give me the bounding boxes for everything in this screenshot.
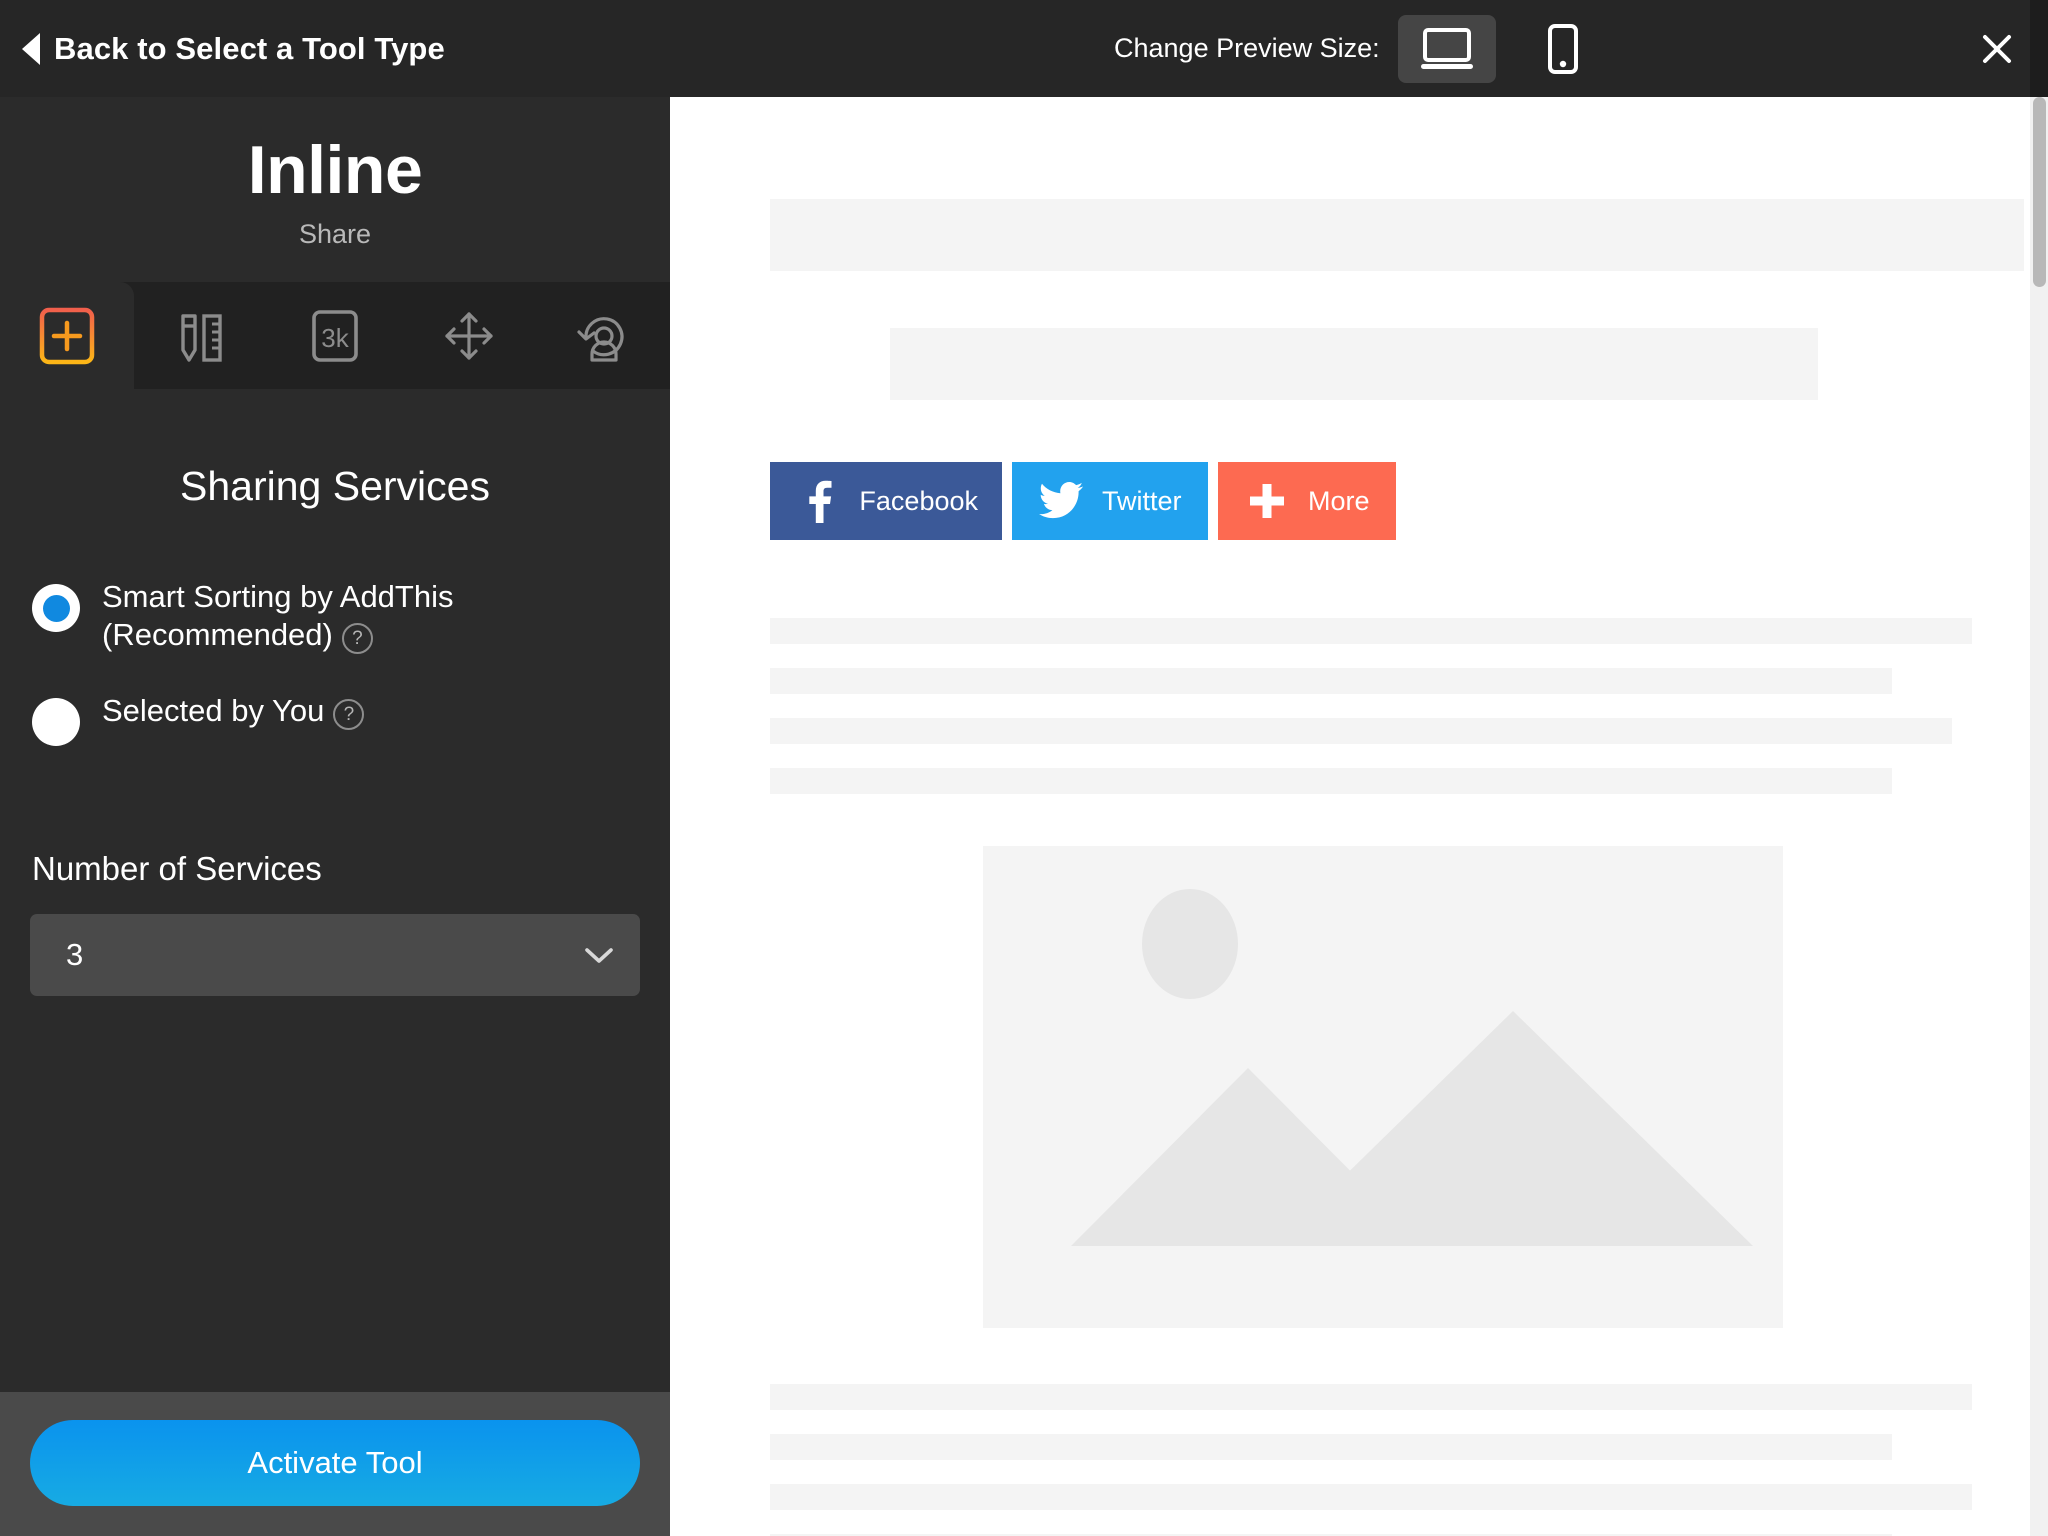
radio-option-smart-sorting[interactable]: Smart Sorting by AddThis (Recommended)? bbox=[32, 578, 640, 655]
preview-scrollbar-track[interactable] bbox=[2030, 97, 2048, 1536]
close-button[interactable] bbox=[1974, 26, 2020, 72]
move-arrows-icon bbox=[445, 312, 493, 360]
placeholder-title-block bbox=[770, 199, 2024, 271]
placeholder-line bbox=[770, 1484, 1972, 1510]
radio-smart-sorting[interactable] bbox=[32, 584, 80, 633]
radio-selected-dot bbox=[42, 594, 70, 622]
preview-content: Facebook Twitter More bbox=[670, 97, 2048, 1536]
settings-panel: Sharing Services Smart Sorting by AddThi… bbox=[0, 389, 670, 1392]
tab-targeting[interactable] bbox=[536, 282, 670, 389]
plus-in-square-icon bbox=[39, 307, 95, 365]
sidebar-header: Inline Share bbox=[0, 97, 670, 250]
placeholder-line bbox=[770, 618, 1972, 644]
share-buttons-row: Facebook Twitter More bbox=[770, 462, 2048, 540]
settings-sidebar: Inline Share 3k Sharing Services Smart S… bbox=[0, 97, 670, 1536]
number-of-services-value: 3 bbox=[66, 937, 84, 973]
sidebar-footer: Activate Tool bbox=[0, 1392, 670, 1536]
placeholder-line bbox=[770, 1384, 1972, 1410]
activate-tool-button[interactable]: Activate Tool bbox=[30, 1420, 640, 1506]
pencil-ruler-icon bbox=[181, 314, 222, 362]
image-placeholder-icon bbox=[1071, 889, 1753, 1246]
preview-size-mobile-button[interactable] bbox=[1514, 15, 1612, 83]
preview-scrollbar-thumb[interactable] bbox=[2033, 97, 2046, 287]
tool-title: Inline bbox=[247, 132, 423, 208]
help-icon-smart-sorting[interactable]: ? bbox=[341, 623, 373, 655]
laptop-icon bbox=[1420, 27, 1473, 69]
back-button-label: Back to Select a Tool Type bbox=[54, 30, 445, 66]
sharing-services-radio-group: Smart Sorting by AddThis (Recommended)? … bbox=[30, 578, 640, 747]
placeholder-line bbox=[770, 718, 1952, 744]
share-button-more-label: More bbox=[1308, 485, 1370, 516]
tab-services[interactable] bbox=[0, 282, 134, 390]
panel-title: Sharing Services bbox=[180, 463, 490, 510]
radio-smart-sorting-label: Smart Sorting by AddThis (Recommended)? bbox=[102, 578, 492, 655]
radio-selected-by-you-label: Selected by You? bbox=[102, 692, 365, 731]
tool-configurator-window: Back to Select a Tool Type Change Previe… bbox=[0, 0, 2048, 1536]
chevron-down-icon bbox=[585, 948, 613, 964]
svg-text:3k: 3k bbox=[321, 323, 349, 353]
placeholder-text-lines-bottom bbox=[770, 1384, 2048, 1536]
facebook-icon bbox=[792, 479, 845, 523]
share-button-twitter-label: Twitter bbox=[1102, 485, 1182, 516]
close-icon bbox=[1983, 34, 2011, 63]
help-icon-selected-by-you[interactable]: ? bbox=[333, 699, 365, 731]
share-button-facebook[interactable]: Facebook bbox=[770, 462, 1002, 540]
tab-counter[interactable]: 3k bbox=[268, 282, 402, 389]
user-return-icon bbox=[577, 317, 624, 362]
placeholder-line bbox=[770, 768, 1892, 794]
mobile-phone-icon bbox=[1547, 23, 1578, 74]
preview-pane: Facebook Twitter More bbox=[670, 97, 2048, 1536]
3k-counter-icon: 3k bbox=[312, 310, 358, 362]
tool-subtitle: Share bbox=[298, 219, 372, 250]
twitter-bird-icon bbox=[1034, 482, 1088, 520]
number-of-services-label: Number of Services bbox=[32, 850, 322, 888]
number-of-services-select[interactable]: 3 bbox=[30, 914, 640, 997]
plus-icon bbox=[1240, 482, 1294, 520]
radio-selected-by-you-text: Selected by You bbox=[102, 693, 325, 729]
scrollbar-top-cap bbox=[2030, 0, 2048, 97]
preview-size-desktop-button[interactable] bbox=[1397, 14, 1496, 83]
placeholder-line bbox=[770, 1434, 1892, 1460]
main-body: Inline Share 3k Sharing Services Smart S… bbox=[0, 97, 2048, 1536]
radio-selected-by-you[interactable] bbox=[32, 698, 80, 747]
preview-size-label: Change Preview Size: bbox=[1114, 33, 1380, 63]
back-arrow-icon bbox=[22, 32, 40, 65]
tab-design[interactable] bbox=[134, 282, 268, 389]
settings-tab-strip: 3k bbox=[0, 282, 670, 390]
tab-placement[interactable] bbox=[402, 282, 536, 389]
share-button-twitter[interactable]: Twitter bbox=[1012, 462, 1208, 540]
share-button-more[interactable]: More bbox=[1218, 462, 1396, 540]
share-button-facebook-label: Facebook bbox=[859, 485, 978, 516]
placeholder-line bbox=[770, 668, 1892, 694]
placeholder-subtitle-block bbox=[890, 328, 1818, 400]
top-bar: Back to Select a Tool Type Change Previe… bbox=[0, 0, 2048, 97]
back-to-tool-type-button[interactable]: Back to Select a Tool Type bbox=[22, 31, 445, 67]
preview-size-control: Change Preview Size: bbox=[1114, 0, 1612, 97]
radio-option-selected-by-you[interactable]: Selected by You? bbox=[32, 692, 640, 747]
placeholder-text-lines-top bbox=[770, 618, 2048, 794]
radio-smart-sorting-text: Smart Sorting by AddThis (Recommended) bbox=[102, 579, 454, 653]
placeholder-image-block bbox=[983, 846, 1783, 1328]
